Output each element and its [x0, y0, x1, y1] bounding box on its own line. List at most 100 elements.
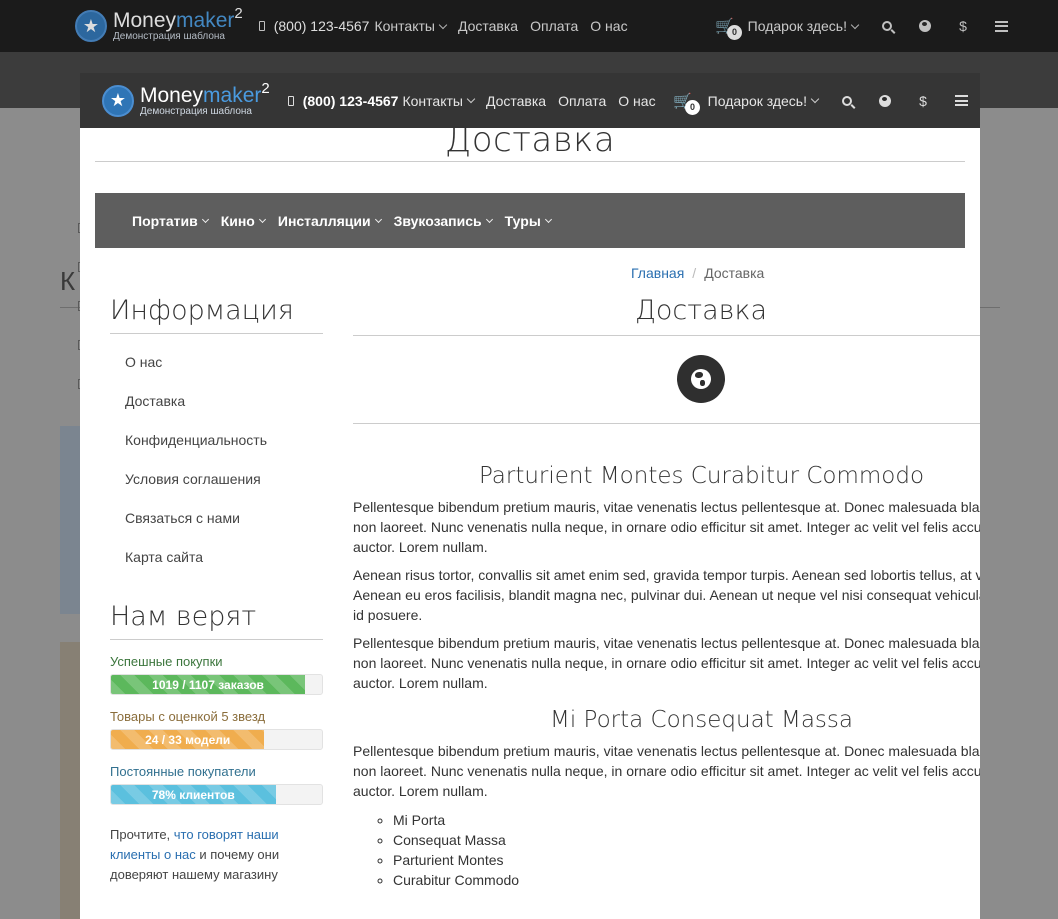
- background-banner: [60, 642, 82, 919]
- cart-button[interactable]: 🛒 0: [715, 17, 742, 40]
- currency-button[interactable]: $: [944, 18, 982, 34]
- list-item: Mi Porta: [393, 810, 980, 830]
- progress-bar-regulars: 78% клиентов: [110, 784, 323, 805]
- chevron-down-icon: [544, 215, 552, 223]
- search-button[interactable]: [868, 21, 906, 31]
- language-button[interactable]: [906, 20, 944, 32]
- cart-button[interactable]: 🛒 0: [673, 92, 700, 115]
- menu-icon: [954, 95, 968, 106]
- title-divider: [353, 335, 980, 336]
- info-link-contact[interactable]: Связаться с нами: [110, 500, 323, 539]
- info-link-sitemap[interactable]: Карта сайта: [110, 539, 323, 578]
- page-title: Доставка: [634, 295, 768, 326]
- nav-delivery[interactable]: Доставка: [486, 93, 546, 109]
- chevron-down-icon: [438, 20, 448, 29]
- nav-payment-label: Оплата: [530, 18, 579, 34]
- category-menu: Портатив Кино Инсталляции Звукозапись Ту…: [95, 193, 965, 248]
- logo-accent-text: maker: [203, 83, 262, 107]
- chevron-down-icon: [810, 94, 820, 104]
- phone-icon: [258, 21, 265, 31]
- chevron-down-icon: [258, 215, 266, 223]
- info-link-privacy[interactable]: Конфиденциальность: [110, 422, 323, 461]
- gift-dropdown[interactable]: Подарок здесь!: [747, 18, 860, 34]
- menu-button[interactable]: [982, 20, 1020, 32]
- language-button[interactable]: [866, 94, 904, 107]
- nav-contacts-label: Контакты: [402, 92, 463, 109]
- nav-about-label: О нас: [618, 92, 656, 109]
- menu-button[interactable]: [942, 95, 980, 106]
- category-recording[interactable]: Звукозапись: [394, 213, 493, 229]
- paragraph: Aenean risus tortor, convallis sit amet …: [353, 567, 980, 623]
- reviews-note: Прочтите, что говорят наши клиенты о нас…: [110, 825, 323, 885]
- info-link-about[interactable]: О нас: [110, 344, 323, 383]
- logo-subtitle: Демонстрация шаблона: [113, 31, 225, 42]
- logo[interactable]: Moneymaker2 Демонстрация шаблона: [113, 6, 243, 42]
- progress-text: 24 / 33 модели: [145, 732, 231, 747]
- modal-body: Доставка Портатив Кино Инсталляции Звуко…: [80, 120, 980, 919]
- trust-bars: Успешные покупки 1019 / 1107 заказов Тов…: [110, 654, 323, 805]
- nav-contacts[interactable]: Контакты: [374, 18, 448, 34]
- nav-payment[interactable]: Оплата: [558, 93, 606, 109]
- section-divider: [353, 423, 980, 424]
- category-label: Портатив: [132, 212, 198, 229]
- gift-label: Подарок здесь!: [747, 18, 847, 34]
- category-portable[interactable]: Портатив: [132, 212, 209, 229]
- progress-text: 1019 / 1107 заказов: [152, 677, 264, 692]
- cart-count-badge: 0: [726, 25, 742, 40]
- globe-icon: [879, 94, 891, 107]
- sidebar-info-title: Информация: [110, 295, 323, 334]
- search-icon: [842, 95, 852, 106]
- phone-text: (800) 123-4567: [273, 18, 370, 34]
- nav-contacts[interactable]: Контакты: [402, 92, 476, 109]
- nav-about[interactable]: О нас: [590, 18, 627, 34]
- category-label: Кино: [220, 212, 255, 229]
- nav-delivery[interactable]: Доставка: [458, 18, 518, 34]
- nav-payment-label: Оплата: [558, 92, 607, 109]
- logo-sup: 2: [261, 79, 270, 97]
- nav-contacts-label: Контакты: [374, 18, 435, 34]
- note-prefix: Прочтите,: [110, 827, 174, 842]
- bullet-list: Mi Porta Consequat Massa Parturient Mont…: [393, 810, 980, 890]
- phone-text: (800) 123-4567: [302, 92, 399, 109]
- breadcrumb-home-link[interactable]: Главная: [631, 265, 684, 281]
- paragraph: Pellentesque bibendum pretium mauris, vi…: [353, 499, 980, 555]
- phone-icon: [287, 95, 294, 106]
- search-button[interactable]: [828, 95, 866, 106]
- delivery-modal: ★ Moneymaker2 Демонстрация шаблона (800)…: [80, 73, 980, 919]
- info-links: О нас Доставка Конфиденциальность Услови…: [110, 344, 323, 578]
- chevron-down-icon: [466, 94, 476, 104]
- modal-page-title: Доставка: [444, 120, 616, 160]
- category-cinema[interactable]: Кино: [220, 212, 266, 229]
- search-icon: [882, 21, 892, 31]
- nav-delivery-label: Доставка: [457, 18, 519, 34]
- gift-dropdown[interactable]: Подарок здесь!: [707, 92, 820, 109]
- info-link-terms[interactable]: Условия соглашения: [110, 461, 323, 500]
- currency-button[interactable]: $: [904, 93, 942, 109]
- chevron-down-icon: [201, 215, 209, 223]
- logo-star-icon: ★: [75, 10, 107, 42]
- phone-link[interactable]: (800) 123-4567: [287, 92, 399, 109]
- logo-sup: 2: [234, 5, 243, 22]
- category-label: Инсталляции: [277, 212, 371, 229]
- title-divider: [95, 161, 965, 162]
- nav-delivery-label: Доставка: [485, 92, 547, 109]
- logo-main-text: Money: [140, 83, 204, 107]
- info-link-delivery[interactable]: Доставка: [110, 383, 323, 422]
- logo[interactable]: Moneymaker2 Демонстрация шаблона: [140, 81, 270, 117]
- nav-payment[interactable]: Оплата: [530, 18, 578, 34]
- progress-label: Постоянные покупатели: [110, 764, 256, 779]
- background-header: ★ Moneymaker2 Демонстрация шаблона (800)…: [0, 0, 1058, 52]
- gift-label: Подарок здесь!: [707, 92, 807, 109]
- dollar-icon: $: [959, 18, 967, 34]
- category-tours[interactable]: Туры: [505, 213, 552, 229]
- cart-count-badge: 0: [684, 99, 700, 115]
- phone-link[interactable]: (800) 123-4567: [258, 18, 370, 34]
- nav-about[interactable]: О нас: [618, 93, 655, 109]
- logo-subtitle: Демонстрация шаблона: [140, 105, 252, 117]
- logo-main-text: Money: [113, 9, 177, 32]
- globe-icon: [677, 355, 725, 403]
- menu-icon: [994, 20, 1008, 32]
- globe-icon: [919, 20, 931, 32]
- progress-text: 78% клиентов: [151, 787, 235, 802]
- category-installations[interactable]: Инсталляции: [277, 212, 382, 229]
